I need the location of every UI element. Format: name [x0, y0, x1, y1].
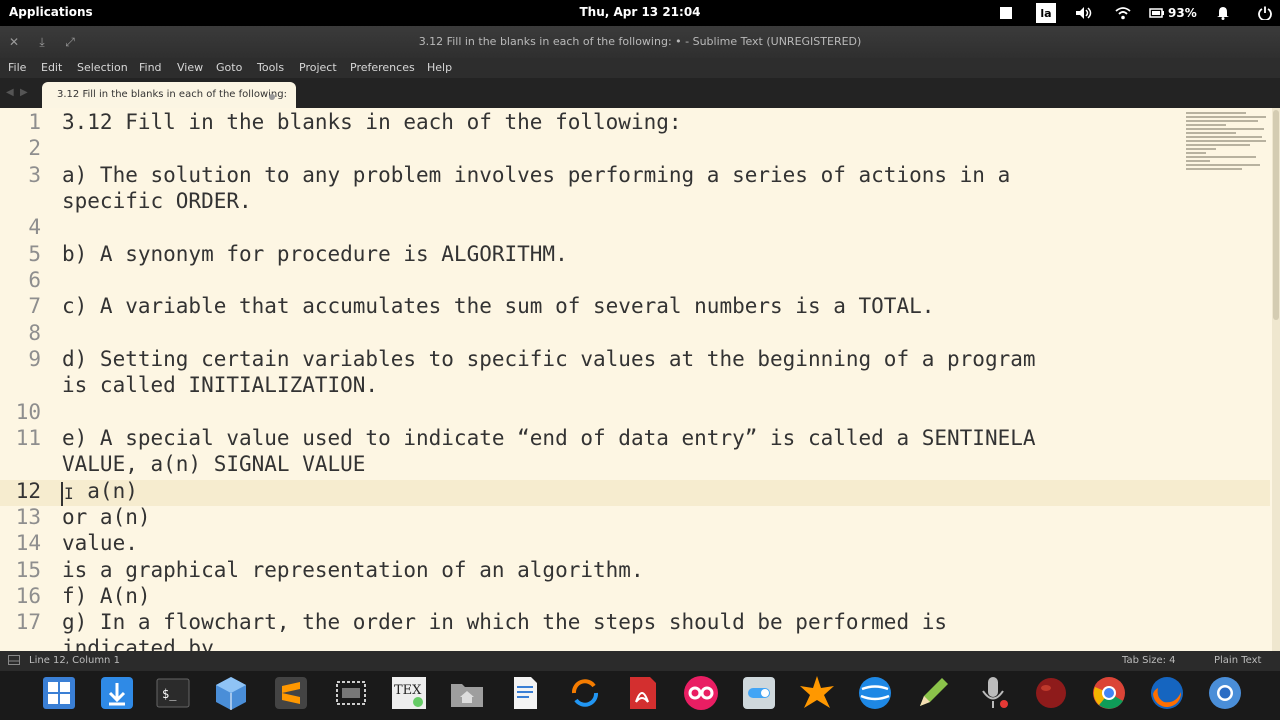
- google-earth-icon[interactable]: [856, 674, 894, 712]
- window-title: 3.12 Fill in the blanks in each of the f…: [418, 35, 862, 48]
- line-number: 9: [28, 347, 41, 371]
- clock[interactable]: Thu, Apr 13 21:04: [579, 5, 700, 19]
- sync-app-icon[interactable]: [566, 674, 604, 712]
- tab-size-selector[interactable]: Tab Size: 4: [1122, 655, 1176, 666]
- line-number: 2: [28, 136, 41, 160]
- line-number: 13: [15, 505, 41, 529]
- infinity-app-icon[interactable]: [682, 674, 720, 712]
- download-icon[interactable]: [98, 674, 136, 712]
- scrollbar-thumb[interactable]: [1273, 110, 1279, 320]
- applications-menu[interactable]: Applications: [9, 5, 93, 19]
- chromium-icon[interactable]: [1206, 674, 1244, 712]
- chrome-icon[interactable]: [1090, 674, 1128, 712]
- code-line: is a graphical representation of an algo…: [62, 558, 644, 582]
- tab-scroll-right-icon[interactable]: ▶: [20, 87, 28, 98]
- terminal-icon[interactable]: $_: [154, 674, 192, 712]
- line-number: 10: [15, 400, 41, 424]
- system-top-bar: Applications Thu, Apr 13 21:04 la 93%: [0, 0, 1280, 26]
- line-number: 7: [28, 294, 41, 318]
- tex-label: TEX: [394, 683, 422, 698]
- code-line: value.: [62, 531, 138, 555]
- code-line: g) In a flowchart, the order in which th…: [62, 610, 948, 634]
- code-line: d) Setting certain variables to specific…: [62, 347, 1036, 371]
- line-number: 16: [15, 584, 41, 608]
- battery-icon[interactable]: [1148, 3, 1166, 23]
- tab-bar: ◀ ▶ 3.12 Fill in the blanks in each of t…: [0, 78, 1280, 108]
- red-ball-app-icon[interactable]: [1032, 674, 1070, 712]
- line-number: 14: [15, 531, 41, 555]
- line-number: 5: [28, 242, 41, 266]
- panel-toggle-icon[interactable]: [8, 655, 20, 668]
- line-number-current: 12: [15, 479, 41, 503]
- unsaved-dot-icon[interactable]: [269, 94, 275, 100]
- keyboard-layout-indicator[interactable]: la: [1036, 3, 1056, 23]
- home-folder-icon[interactable]: [448, 674, 486, 712]
- 3d-cube-app-icon[interactable]: [212, 674, 250, 712]
- notifications-icon[interactable]: [1214, 3, 1232, 23]
- code-line: VALUE, a(n) SIGNAL VALUE: [62, 452, 366, 476]
- window-title-bar: ✕ ⤓ ⤢ 3.12 Fill in the blanks in each of…: [0, 26, 1280, 58]
- vertical-scrollbar[interactable]: [1272, 108, 1280, 651]
- syntax-selector[interactable]: Plain Text: [1214, 655, 1261, 666]
- volume-icon[interactable]: [1074, 3, 1094, 23]
- edit-pencil-icon[interactable]: [914, 674, 952, 712]
- pdf-reader-icon[interactable]: [624, 674, 662, 712]
- line-number: 4: [28, 215, 41, 239]
- mouse-ibeam-cursor-icon: I: [64, 484, 74, 503]
- code-line: specific ORDER.: [62, 189, 252, 213]
- splash-app-icon[interactable]: [798, 674, 836, 712]
- minimap[interactable]: [1186, 112, 1270, 172]
- line-number: 3: [28, 163, 41, 187]
- code-line: e) A special value used to indicate “end…: [62, 426, 1036, 450]
- microphone-icon[interactable]: [974, 674, 1012, 712]
- line-number: 1: [28, 110, 41, 134]
- menu-selection[interactable]: Selection: [77, 61, 128, 74]
- line-number: 6: [28, 268, 41, 292]
- sublime-text-icon[interactable]: [272, 674, 310, 712]
- settings-toggle-icon[interactable]: [740, 674, 778, 712]
- battery-percentage: 93%: [1168, 6, 1197, 20]
- tab-scroll-left-icon[interactable]: ◀: [6, 87, 14, 98]
- tab-label: 3.12 Fill in the blanks in each of the f…: [57, 89, 287, 100]
- code-line: indicated by: [62, 636, 214, 651]
- power-icon[interactable]: [1256, 3, 1274, 23]
- menu-edit[interactable]: Edit: [41, 61, 62, 74]
- menu-project[interactable]: Project: [299, 61, 337, 74]
- code-line: f) A(n): [62, 584, 151, 608]
- menu-file[interactable]: File: [8, 61, 26, 74]
- cursor-position: Line 12, Column 1: [29, 655, 120, 666]
- menu-goto[interactable]: Goto: [216, 61, 242, 74]
- code-line: c) A variable that accumulates the sum o…: [62, 294, 935, 318]
- current-line-highlight: [0, 480, 1270, 506]
- line-number: 8: [28, 321, 41, 345]
- menu-preferences[interactable]: Preferences: [350, 61, 415, 74]
- line-number: 15: [15, 558, 41, 582]
- texmaker-icon[interactable]: TEX: [390, 674, 428, 712]
- text-editor[interactable]: 1 2 3 4 5 6 7 8 9 10 11 12 13 14 15 16 1…: [0, 108, 1280, 651]
- line-number: 17: [15, 610, 41, 634]
- text-caret: [61, 482, 63, 506]
- line-number: 11: [15, 426, 41, 450]
- wifi-icon[interactable]: [1114, 3, 1132, 23]
- menu-view[interactable]: View: [177, 61, 203, 74]
- code-line: or a(n): [62, 505, 151, 529]
- code-line: is called INITIALIZATION.: [62, 373, 379, 397]
- svg-text:$_: $_: [162, 687, 177, 701]
- firefox-icon[interactable]: [1148, 674, 1186, 712]
- code-line: a) The solution to any problem involves …: [62, 163, 1011, 187]
- tab-active-file[interactable]: 3.12 Fill in the blanks in each of the f…: [42, 82, 296, 108]
- menu-help[interactable]: Help: [427, 61, 452, 74]
- code-line: 3.12 Fill in the blanks in each of the f…: [62, 110, 682, 134]
- screenshot-icon[interactable]: [332, 674, 370, 712]
- code-line: b) A synonym for procedure is ALGORITHM.: [62, 242, 568, 266]
- status-bar: Line 12, Column 1 Tab Size: 4 Plain Text: [0, 651, 1280, 671]
- workspace-icon[interactable]: [998, 3, 1014, 23]
- dock: $_ TEX: [0, 671, 1280, 720]
- app-grid-icon[interactable]: [40, 674, 78, 712]
- menu-tools[interactable]: Tools: [257, 61, 284, 74]
- menu-find[interactable]: Find: [139, 61, 162, 74]
- text-document-icon[interactable]: [506, 674, 544, 712]
- menu-bar: File Edit Selection Find View Goto Tools…: [0, 58, 1280, 78]
